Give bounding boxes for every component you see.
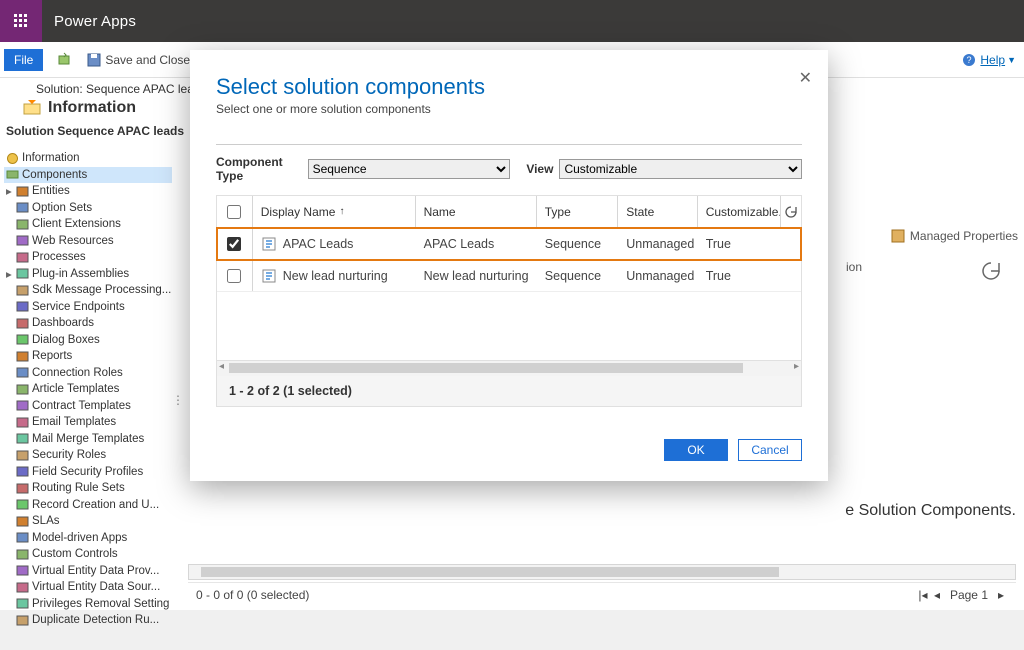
sort-asc-icon: ↑ xyxy=(339,206,344,217)
select-all-checkbox[interactable] xyxy=(227,205,241,219)
col-type[interactable]: Type xyxy=(537,196,618,227)
dialog-subtitle: Select one or more solution components xyxy=(216,102,802,116)
cell-customizable: True xyxy=(698,260,781,291)
ok-button[interactable]: OK xyxy=(664,439,728,461)
col-display-name[interactable]: Display Name↑ xyxy=(253,196,416,227)
cell-name: New lead nurturing xyxy=(416,260,537,291)
tree-node-item[interactable]: Duplicate Detection Ru... xyxy=(4,612,172,629)
cancel-button[interactable]: Cancel xyxy=(738,439,802,461)
cell-type: Sequence xyxy=(537,260,618,291)
dialog-overlay: ✕ Select solution components Select one … xyxy=(0,0,1024,610)
row-checkbox[interactable] xyxy=(227,269,241,283)
sequence-icon xyxy=(261,268,277,284)
col-name[interactable]: Name xyxy=(416,196,537,227)
cell-type: Sequence xyxy=(537,228,618,259)
grid-refresh-button[interactable] xyxy=(781,205,801,219)
col-customizable[interactable]: Customizable... xyxy=(698,196,781,227)
col-state[interactable]: State xyxy=(618,196,697,227)
cell-customizable: True xyxy=(698,228,781,259)
cell-state: Unmanaged xyxy=(618,228,697,259)
tree-item-icon xyxy=(16,614,29,627)
grid-row[interactable]: New lead nurturingNew lead nurturingSequ… xyxy=(217,260,801,292)
select-components-dialog: ✕ Select solution components Select one … xyxy=(190,50,828,481)
dialog-close-button[interactable]: ✕ xyxy=(799,68,812,88)
grid-horizontal-scrollbar[interactable]: ◂ ▸ xyxy=(217,360,801,376)
cell-state: Unmanaged xyxy=(618,260,697,291)
components-grid: Display Name↑ Name Type State Customizab… xyxy=(216,195,802,407)
scroll-left-icon[interactable]: ◂ xyxy=(219,361,224,372)
grid-row[interactable]: APAC LeadsAPAC LeadsSequenceUnmanagedTru… xyxy=(217,228,801,260)
view-select[interactable]: Customizable xyxy=(559,159,802,179)
cell-display-name: New lead nurturing xyxy=(283,269,388,283)
dialog-title: Select solution components xyxy=(216,74,802,100)
component-type-label: Component Type xyxy=(216,155,302,183)
cell-display-name: APAC Leads xyxy=(283,237,354,251)
scrollbar-thumb[interactable] xyxy=(229,363,743,373)
component-type-select[interactable]: Sequence xyxy=(308,159,511,179)
grid-footer: 1 - 2 of 2 (1 selected) xyxy=(217,376,801,406)
sequence-icon xyxy=(261,236,277,252)
refresh-icon xyxy=(784,205,798,219)
row-checkbox[interactable] xyxy=(227,237,241,251)
scroll-right-icon[interactable]: ▸ xyxy=(794,361,799,372)
tree-item-label: Duplicate Detection Ru... xyxy=(32,614,159,626)
cell-name: APAC Leads xyxy=(416,228,537,259)
view-label: View xyxy=(526,162,553,176)
grid-header-row: Display Name↑ Name Type State Customizab… xyxy=(217,196,801,228)
